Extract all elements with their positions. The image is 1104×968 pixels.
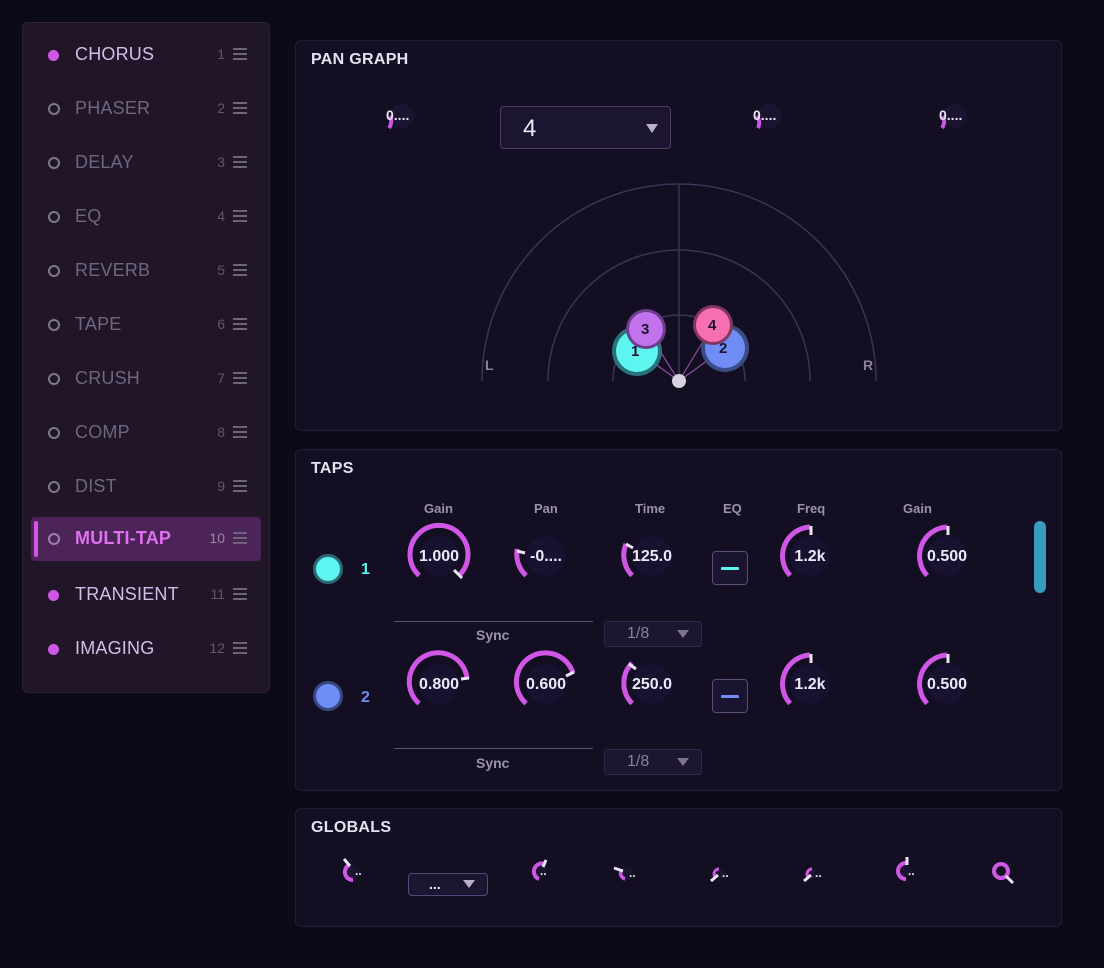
- header-time: Time: [635, 501, 666, 516]
- globals-select[interactable]: ...: [408, 873, 488, 896]
- pan-right-label: R: [863, 357, 874, 373]
- pan-node-2-label: 2: [719, 340, 728, 357]
- chevron-down-icon: [677, 758, 689, 766]
- tap1-eq-toggle[interactable]: [712, 551, 748, 585]
- tap2-sync-select[interactable]: 1/8: [604, 749, 702, 775]
- global-knob-value: ..: [722, 866, 729, 880]
- minus-icon: [721, 695, 739, 698]
- tap2-eq-gain-value: 0.500: [926, 676, 968, 693]
- global-knob-7[interactable]: [992, 862, 1015, 885]
- header-eq-gain: Gain: [903, 501, 932, 516]
- tap2-number: 2: [361, 689, 370, 706]
- pan-knob-value: 0....: [386, 107, 410, 123]
- pan-knob-value: 0....: [939, 107, 963, 123]
- tap2-freq-value: 1.2k: [794, 676, 826, 693]
- tap-count-select[interactable]: 4: [500, 106, 671, 149]
- tap2-sync-label: Sync: [476, 755, 510, 771]
- pan-node-3-label: 3: [641, 321, 650, 338]
- tap1-time-value: 125.0: [631, 548, 673, 565]
- tap2-sync-value: 1/8: [627, 753, 650, 770]
- chevron-down-icon: [646, 124, 658, 133]
- tap1-color-swatch[interactable]: [313, 554, 343, 584]
- tap2-gain-value: 0.800: [418, 676, 460, 693]
- tap1-freq-value: 1.2k: [794, 548, 826, 565]
- global-knob-value: ..: [815, 866, 822, 880]
- chevron-down-icon: [677, 630, 689, 638]
- tap1-eq-gain-value: 0.500: [926, 548, 968, 565]
- tap1-gain-value: 1.000: [418, 548, 460, 565]
- header-gain: Gain: [424, 501, 453, 516]
- tap1-sync-value: 1/8: [627, 625, 650, 642]
- header-freq: Freq: [797, 501, 826, 516]
- chevron-down-icon: [463, 880, 475, 888]
- header-eq: EQ: [723, 501, 742, 516]
- minus-icon: [721, 567, 739, 570]
- global-knob-value: ..: [540, 864, 547, 878]
- taps-scrollbar[interactable]: [1034, 521, 1046, 593]
- pan-left-label: L: [485, 357, 494, 373]
- tap1-sync-select[interactable]: 1/8: [604, 621, 702, 647]
- global-knob-value: ..: [355, 864, 362, 878]
- tap2-eq-toggle[interactable]: [712, 679, 748, 713]
- global-knob-value: ..: [629, 866, 636, 880]
- tap2-time-value: 250.0: [631, 676, 673, 693]
- tap1-sync-divider: [394, 621, 593, 622]
- pan-node-1-label: 1: [631, 343, 640, 360]
- header-pan: Pan: [534, 501, 558, 516]
- tap1-sync-label: Sync: [476, 627, 510, 643]
- pan-node-4-label: 4: [708, 317, 717, 334]
- pan-origin-handle[interactable]: [672, 374, 686, 388]
- tap-count-value: 4: [523, 115, 537, 142]
- tap1-pan-value: -0....: [529, 548, 562, 565]
- tap2-pan-value: 0.600: [525, 676, 567, 693]
- global-knob-value: ..: [908, 864, 915, 878]
- pan-knob-value: 0....: [753, 107, 777, 123]
- globals-select-value: ...: [429, 876, 441, 892]
- tap2-sync-divider: [394, 748, 593, 749]
- tap2-color-swatch[interactable]: [313, 681, 343, 711]
- pan-graph-grid: [481, 183, 877, 382]
- tap1-number: 1: [361, 561, 370, 578]
